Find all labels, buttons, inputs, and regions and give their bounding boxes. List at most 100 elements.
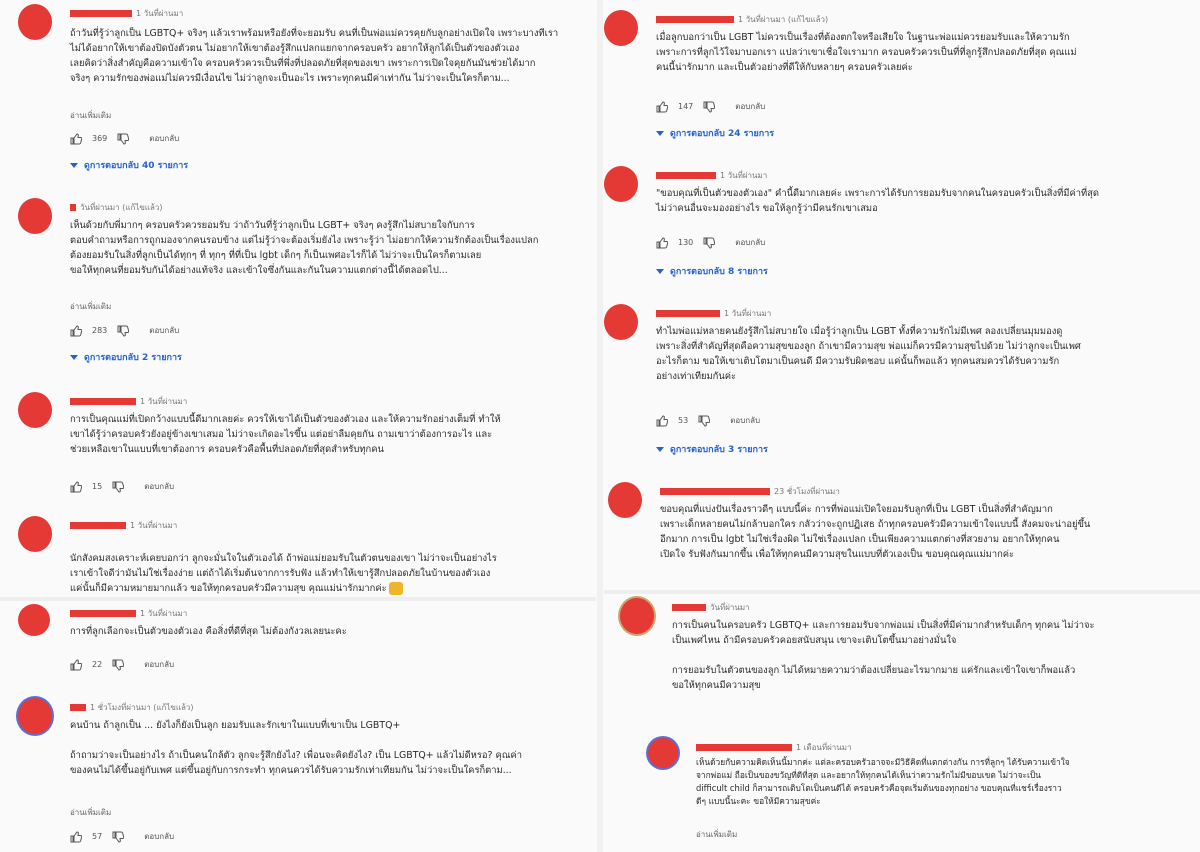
comment-actions: 283 ตอบกลับ	[70, 324, 179, 337]
view-replies-button[interactable]: ดูการตอบกลับ 40 รายการ	[70, 158, 188, 172]
view-replies-button[interactable]: ดูการตอบกลับ 2 รายการ	[70, 350, 182, 364]
redacted-username	[70, 609, 136, 617]
redacted-username	[660, 487, 770, 495]
thumbs-up-icon[interactable]	[70, 480, 82, 493]
comment-item: 1 วันที่ผ่านมา การเป็นคุณแม่ที่เปิดกว้าง…	[18, 392, 588, 502]
redacted-username	[70, 521, 126, 529]
comment-time: 23 ชั่วโมงที่ผ่านมา	[774, 486, 840, 496]
comment-header: 1 เดือนที่ผ่านมา	[696, 741, 852, 753]
redacted-username	[696, 743, 792, 751]
like-count: 130	[678, 238, 694, 247]
avatar[interactable]	[604, 166, 638, 202]
view-replies-button[interactable]: ดูการตอบกลับ 3 รายการ	[656, 442, 768, 456]
avatar[interactable]	[18, 516, 52, 552]
show-more-link[interactable]: อ่านเพิ่มเติม	[696, 828, 737, 841]
comment-header: 1 วันที่ผ่านมา	[70, 607, 187, 619]
like-count: 369	[92, 134, 108, 143]
comment-text: การเป็นคุณแม่ที่เปิดกว้างแบบนี้ดีมากเลยค…	[70, 414, 501, 455]
thumbs-down-icon[interactable]	[117, 133, 130, 145]
thumbs-up-icon[interactable]	[70, 658, 82, 671]
comment-header: 1 วันที่ผ่านมา	[70, 7, 183, 19]
reply-button[interactable]: ตอบกลับ	[144, 658, 174, 671]
avatar[interactable]	[18, 198, 52, 234]
avatar[interactable]	[18, 698, 52, 734]
comment-header: 23 ชั่วโมงที่ผ่านมา	[660, 485, 840, 497]
comment-actions: 22 ตอบกลับ	[70, 658, 174, 671]
comment-time: 1 ชั่วโมงที่ผ่านมา (แก้ไขแล้ว)	[90, 702, 194, 712]
thumbs-down-icon[interactable]	[703, 237, 716, 249]
comment-time: 1 วันที่ผ่านมา	[130, 520, 178, 530]
view-replies-button[interactable]: ดูการตอบกลับ 8 รายการ	[656, 264, 768, 278]
folded-hands-emoji-icon	[388, 582, 403, 595]
reply-button[interactable]: ตอบกลับ	[149, 324, 179, 337]
thumbs-up-icon[interactable]	[656, 100, 668, 113]
like-count: 283	[92, 326, 108, 335]
chevron-down-icon	[70, 162, 78, 168]
comment-time: 1 วันที่ผ่านมา	[724, 308, 772, 318]
avatar[interactable]	[608, 482, 642, 518]
like-count: 22	[92, 660, 103, 669]
comment-time: 1 วันที่ผ่านมา (แก้ไขแล้ว)	[738, 14, 829, 24]
thumbs-down-icon[interactable]	[703, 101, 716, 113]
comment-header: 1 วันที่ผ่านมา	[656, 307, 771, 319]
comment-header: 1 วันที่ผ่านมา	[656, 169, 767, 181]
comment-actions: 53 ตอบกลับ	[656, 414, 760, 427]
comment-actions: 147 ตอบกลับ	[656, 100, 765, 113]
comment-time: 1 เดือนที่ผ่านมา	[796, 742, 852, 752]
comment-header: 1 วันที่ผ่านมา (แก้ไขแล้ว)	[656, 13, 828, 25]
comment-text: "ขอบคุณที่เป็นตัวของตัวเอง" คำนี้ดีมากเล…	[656, 188, 1099, 214]
reply-button[interactable]: ตอบกลับ	[730, 414, 760, 427]
view-replies-label: ดูการตอบกลับ 2 รายการ	[84, 353, 182, 363]
comment-actions: 15 ตอบกลับ	[70, 480, 174, 493]
comment-text: เมื่อลูกบอกว่าเป็น LGBT ไม่ควรเป็นเรื่อง…	[656, 32, 1077, 73]
comment-text: การที่ลูกเลือกจะเป็นตัวของตัวเอง คือสิ่ง…	[70, 626, 347, 637]
thumbs-down-icon[interactable]	[112, 659, 125, 671]
comment-item: 1 วันที่ผ่านมา ทำไมพ่อแม่หลายคนยังรู้สึก…	[604, 304, 1194, 460]
avatar[interactable]	[620, 598, 654, 634]
view-replies-label: ดูการตอบกลับ 8 รายการ	[670, 267, 768, 277]
thumbs-up-icon[interactable]	[656, 236, 668, 249]
avatar[interactable]	[18, 604, 50, 636]
comment-item: วันที่ผ่านมา การเป็นคนในครอบครัว LGBTQ+ …	[620, 598, 1194, 728]
thumbs-up-icon[interactable]	[70, 324, 82, 337]
redacted-username	[70, 703, 86, 711]
view-replies-button[interactable]: ดูการตอบกลับ 24 รายการ	[656, 126, 774, 140]
chevron-down-icon	[656, 268, 664, 274]
avatar[interactable]	[604, 10, 638, 46]
avatar[interactable]	[18, 392, 52, 428]
comment-actions: 130 ตอบกลับ	[656, 236, 765, 249]
comment-item: 1 วันที่ผ่านมา (แก้ไขแล้ว) เมื่อลูกบอกว่…	[604, 10, 1194, 150]
comment-item: 1 วันที่ผ่านมา "ขอบคุณที่เป็นตัวของตัวเอ…	[604, 166, 1194, 286]
comment-item: 1 วันที่ผ่านมา การที่ลูกเลือกจะเป็นตัวขอ…	[18, 604, 588, 674]
comment-body: นักสังคมสงเคราะห์เคยบอกว่า ลูกจะมั่นใจใน…	[70, 553, 497, 594]
thumbs-up-icon[interactable]	[656, 414, 668, 427]
like-count: 15	[92, 482, 103, 491]
thumbs-down-icon[interactable]	[112, 481, 125, 493]
comment-text: นักสังคมสงเคราะห์เคยบอกว่า ลูกจะมั่นใจใน…	[70, 536, 580, 596]
reply-button[interactable]: ตอบกลับ	[149, 132, 179, 145]
reply-button[interactable]: ตอบกลับ	[144, 480, 174, 493]
reply-button[interactable]: ตอบกลับ	[735, 100, 765, 113]
thumbs-down-icon[interactable]	[117, 325, 130, 337]
thumbs-down-icon[interactable]	[112, 831, 125, 843]
thumbs-up-icon[interactable]	[70, 830, 82, 843]
comment-item: 1 วันที่ผ่านมา ถ้าวันที่รู้ว่าลูกเป็น LG…	[18, 4, 588, 182]
avatar[interactable]	[604, 304, 638, 340]
thumbs-up-icon[interactable]	[70, 132, 82, 145]
view-replies-label: ดูการตอบกลับ 40 รายการ	[84, 161, 189, 171]
redacted-username	[70, 9, 132, 17]
avatar[interactable]	[18, 4, 52, 40]
view-replies-label: ดูการตอบกลับ 24 รายการ	[670, 129, 775, 139]
avatar[interactable]	[648, 738, 678, 768]
show-more-link[interactable]: อ่านเพิ่มเติม	[70, 806, 111, 819]
reply-button[interactable]: ตอบกลับ	[735, 236, 765, 249]
comment-actions: 369 ตอบกลับ	[70, 132, 179, 145]
like-count: 147	[678, 102, 694, 111]
thumbs-down-icon[interactable]	[698, 415, 711, 427]
comment-item: 23 ชั่วโมงที่ผ่านมา ขอบคุณที่แบ่งปันเรื่…	[608, 482, 1194, 582]
show-more-link[interactable]: อ่านเพิ่มเติม	[70, 109, 111, 122]
redacted-username	[656, 309, 720, 317]
chevron-down-icon	[656, 130, 664, 136]
show-more-link[interactable]: อ่านเพิ่มเติม	[70, 300, 111, 313]
reply-button[interactable]: ตอบกลับ	[144, 830, 174, 843]
